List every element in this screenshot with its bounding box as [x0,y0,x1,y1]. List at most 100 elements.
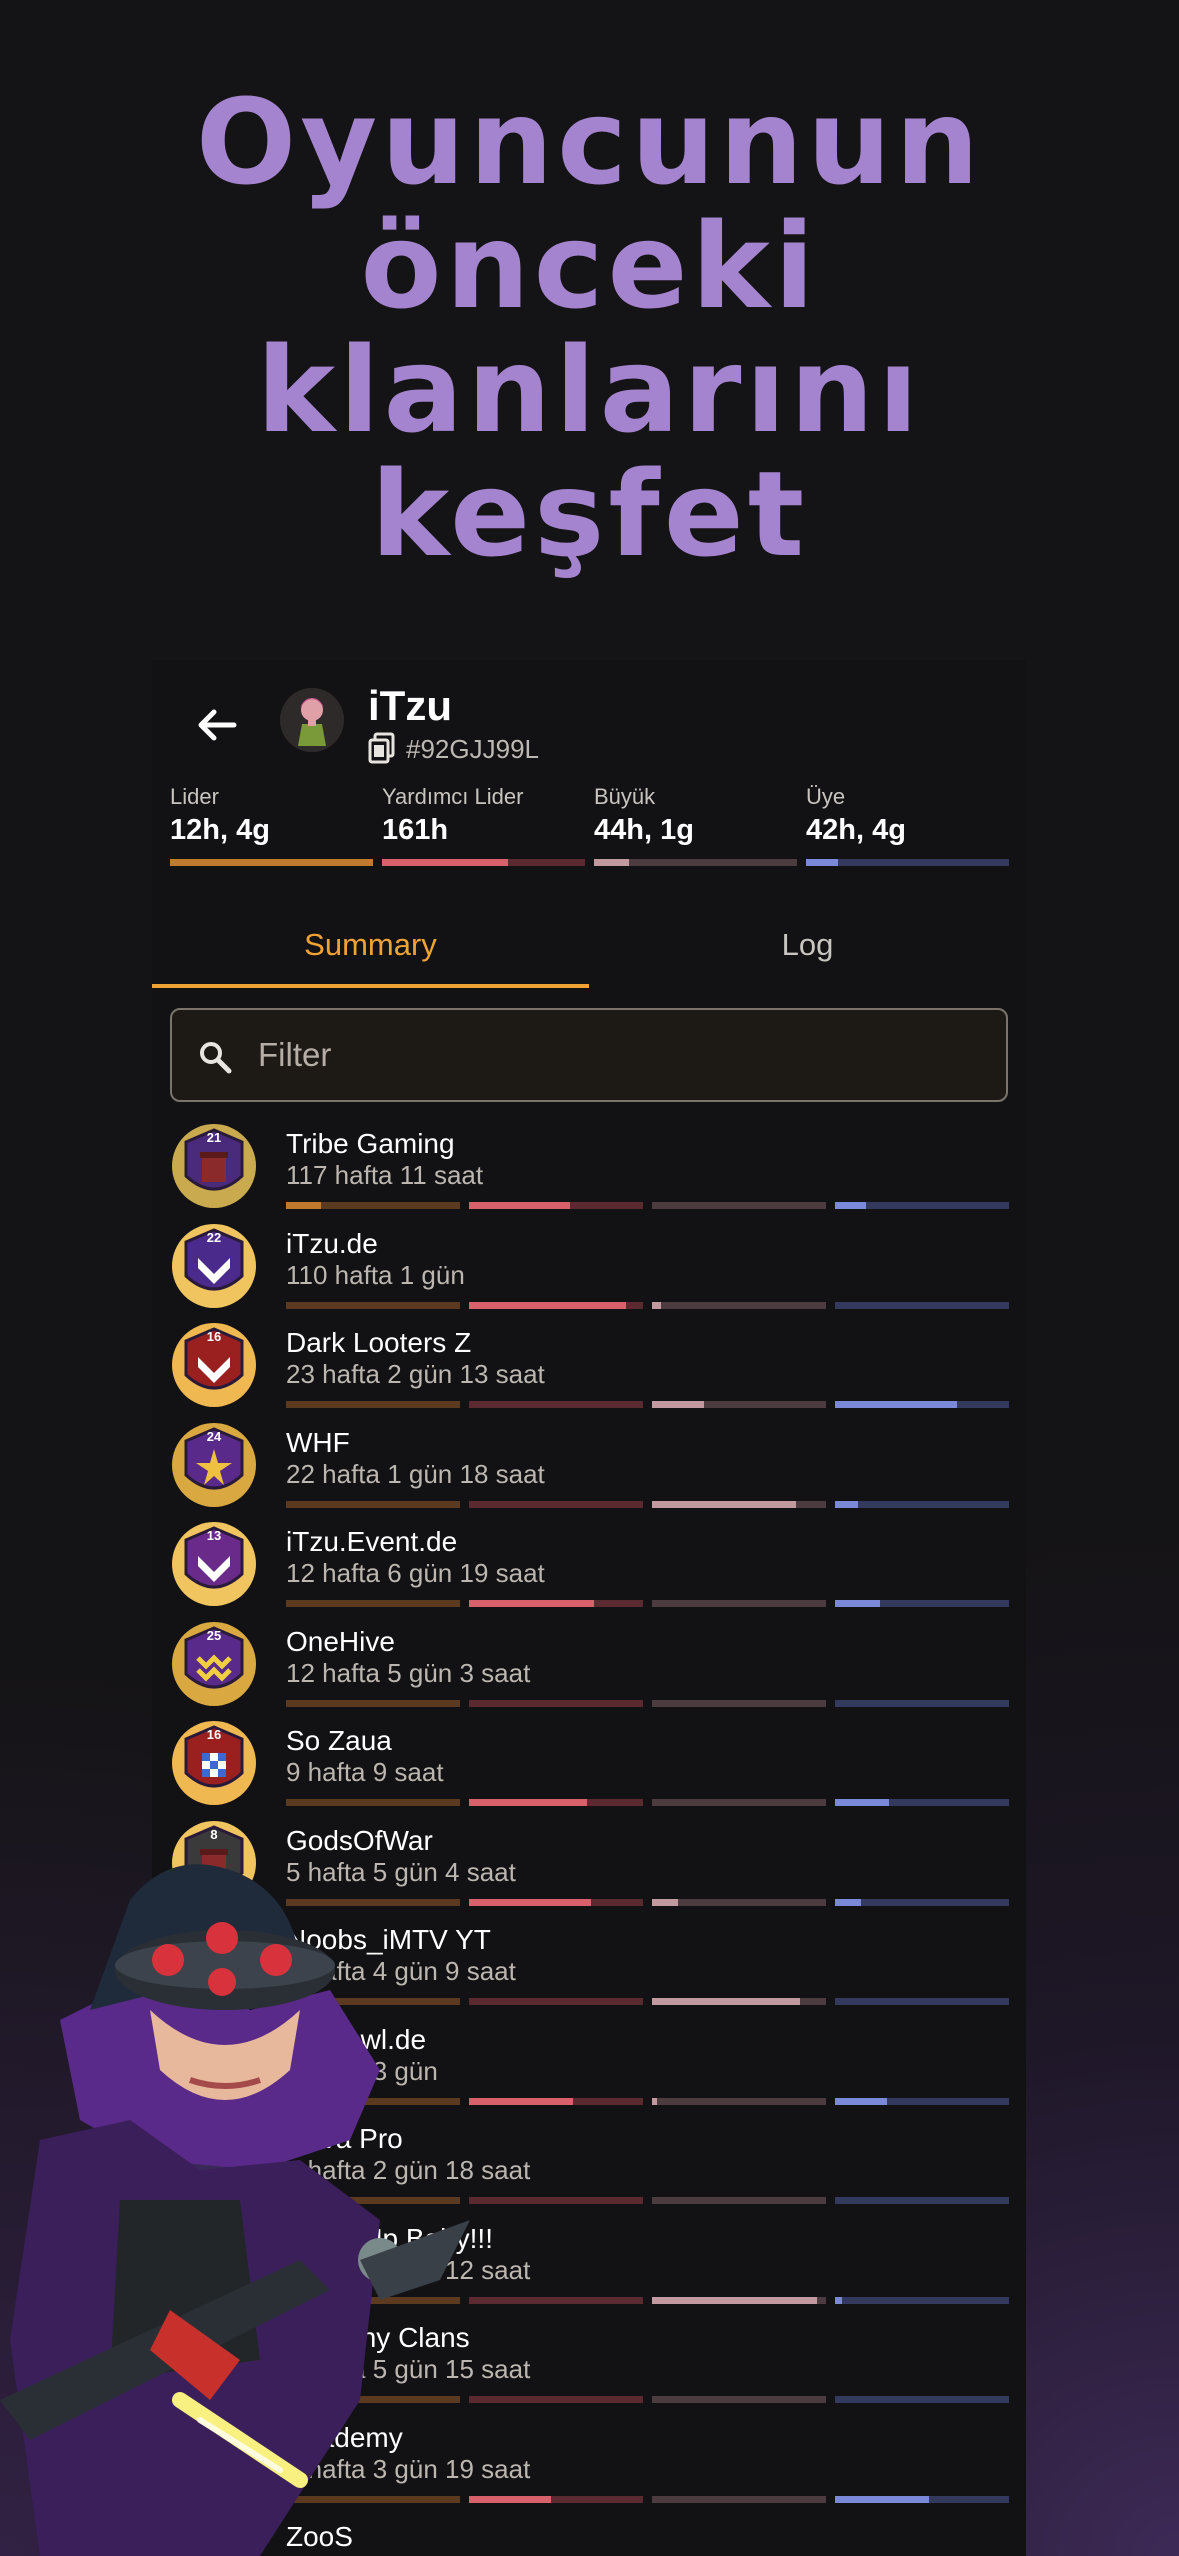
clan-row[interactable]: 16 So Zaua 9 hafta 9 saat [170,1717,1010,1817]
role-time-bar [652,2197,826,2204]
player-name: iTzu [368,682,452,729]
role-time-bar [469,1799,643,1806]
tab-indicator [152,984,589,988]
role-time-bars [286,1202,1010,1209]
clan-row[interactable]: 21 Tribe Gaming 117 hafta 11 saat [170,1120,1010,1220]
clan-level: 22 [207,1230,221,1245]
clan-name: WHF [286,1426,350,1458]
clan-badge-icon: 24 [172,1422,256,1507]
role-time-bar [469,1202,643,1209]
clan-name: Tribe Gaming [286,1128,455,1159]
role-time-bar [835,1500,1009,1508]
role-bar [170,859,373,866]
role-time-bar [835,1998,1009,2005]
player-avatar [280,688,344,752]
back-arrow-icon[interactable] [192,700,242,750]
role-time-bar [652,1898,826,1906]
role-time-bars [286,1500,1010,1508]
role-time-bar-fill [652,1301,661,1309]
role-time-bar-fill [652,1500,797,1508]
filter-input[interactable]: Filter [170,1008,1008,1102]
role-time-bar [652,2097,826,2105]
role-time-bar [286,1301,460,1309]
clan-duration: 9 hafta 9 saat [286,1757,444,1787]
role-time-bar-fill [652,1998,800,2005]
role-time-bar [652,1998,826,2005]
clan-name: iTzu.de [286,1227,378,1259]
role-time-bar-fill [469,1799,588,1806]
player-tag: #92GJJ99L [406,734,539,764]
clan-name: OneHive [286,1625,395,1657]
role-value: 42h, 4g [806,814,906,846]
clan-row[interactable]: 16 Dark Looters Z 23 hafta 2 gün 13 saat [170,1319,1010,1419]
clan-row[interactable]: 13 iTzu.Event.de 12 hafta 6 gün 19 saat [170,1518,1010,1618]
role-value: 161h [382,814,449,846]
role-time-bar-fill [469,1202,570,1209]
role-bar [594,859,797,866]
role-time-bar [835,1401,1009,1408]
role-time-bar-fill [835,2296,842,2304]
role-time-bar [652,2495,826,2503]
role-time-bar-fill [835,1799,889,1806]
role-time-bar-fill [835,1898,862,1906]
tab-summary[interactable]: Summary [152,900,589,990]
role-time-bar-fill [652,1898,679,1906]
clan-level: 24 [207,1429,222,1444]
clan-duration: 12 hafta 5 gün 3 saat [286,1657,531,1688]
role-time-bar [652,2396,826,2403]
role-time-bar [652,1301,826,1309]
clan-duration: 12 hafta 6 gün 19 saat [286,1558,545,1588]
role-time-bars [286,1401,1010,1408]
role-time-bar [835,2296,1009,2304]
clan-name: So Zaua [286,1725,392,1756]
role-time-bar [286,1401,460,1408]
clan-badge-icon: 16 [172,1323,256,1407]
role-value: 12h, 4g [170,814,270,846]
role-time-bar [835,1301,1009,1309]
role-time-bar [652,1699,826,1707]
role-time-bar-fill [835,2097,888,2105]
clan-level: 21 [207,1130,221,1145]
role-time-bar-fill [835,1202,867,1209]
role-time-bar-fill [286,1202,321,1209]
role-bar [806,859,1009,866]
role-time-bar [652,1202,826,1209]
role-time-bar-fill [652,2296,818,2304]
role-time-bar-fill [835,2495,929,2503]
role-time-bar [469,1500,643,1508]
clan-name: iTzu.Event.de [286,1526,458,1557]
role-time-bar [835,2495,1009,2503]
copy-icon[interactable] [368,732,396,764]
role-label: Büyük [594,784,656,809]
clan-duration: 110 hafta 1 gün [286,1259,465,1290]
role-time-bars [286,1799,1010,1806]
role-time-bar [835,1600,1009,1607]
role-summary: Lider 12h, 4g Yardımcı Lider 161h Büyük … [170,784,1010,866]
clan-row[interactable]: 24 WHF 22 hafta 1 gün 18 saat [170,1419,1010,1519]
role-time-bar [835,2396,1009,2403]
role-time-bar [469,1600,643,1607]
headline-line: klanlarını [256,321,923,459]
role-time-bar-fill [835,1500,858,1508]
role-time-bar [652,1799,826,1806]
role-time-bar [469,1699,643,1707]
role-coleader: Yardımcı Lider 161h [382,784,585,866]
promo-headline: Oyuncunun önceki klanlarını keşfet [0,80,1179,576]
role-time-bar [835,1202,1009,1209]
role-leader: Lider 12h, 4g [170,784,373,866]
role-time-bars [286,1301,1010,1309]
clan-row[interactable]: 22 iTzu.de 110 hafta 1 gün [170,1220,1010,1320]
clan-level: 25 [207,1628,221,1643]
role-time-bar [286,1799,460,1806]
clan-badge-icon: 21 [172,1124,256,1208]
role-bar-fill [382,859,508,866]
tab-log[interactable]: Log [589,900,1026,990]
headline-line: Oyuncunun [195,73,984,211]
clan-duration: 117 hafta 11 saat [286,1160,484,1190]
headline-line: keşfet [370,445,809,583]
clan-duration: 23 hafta 2 gün 13 saat [286,1359,545,1389]
clan-row[interactable]: 25 OneHive 12 hafta 5 gün 3 saat [170,1618,1010,1718]
role-time-bars [286,1600,1010,1607]
role-value: 44h, 1g [594,814,694,846]
role-time-bar [652,1600,826,1607]
